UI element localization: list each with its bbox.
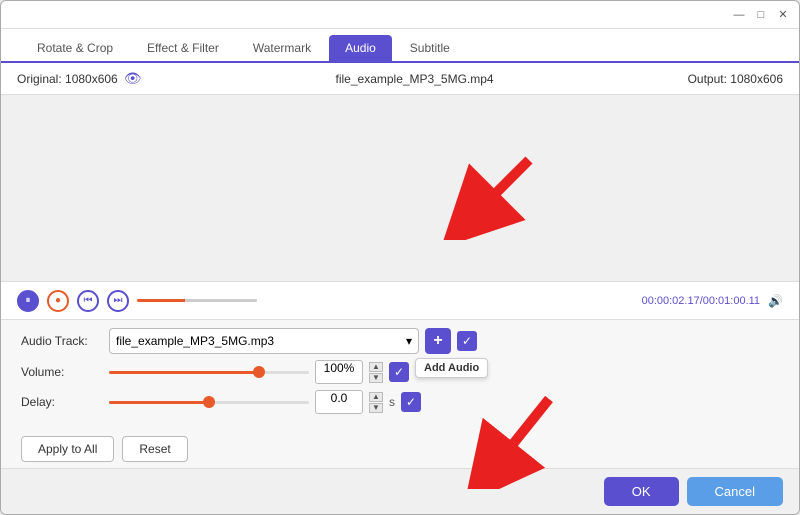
prev-button[interactable]: ⏮ <box>77 290 99 312</box>
add-audio-tooltip: Add Audio <box>415 358 488 378</box>
apply-to-all-button[interactable]: Apply to All <box>21 436 114 462</box>
volume-spinbox: ▲ ▼ <box>369 362 383 383</box>
cancel-button[interactable]: Cancel <box>687 477 783 506</box>
tab-subtitle[interactable]: Subtitle <box>394 35 466 61</box>
tab-rotate-crop[interactable]: Rotate & Crop <box>21 35 129 61</box>
volume-value[interactable]: 100% <box>315 360 363 384</box>
info-bar: Original: 1080x606 👁 file_example_MP3_5M… <box>1 63 799 95</box>
tab-watermark[interactable]: Watermark <box>237 35 327 61</box>
delay-control: 0.0 ▲ ▼ s ✓ <box>109 390 779 414</box>
volume-slider[interactable] <box>109 371 309 374</box>
delay-fill <box>109 401 209 404</box>
minimize-button[interactable]: ― <box>731 7 747 23</box>
delay-label: Delay: <box>21 395 101 409</box>
volume-row: Volume: 100% ▲ ▼ ✓ <box>21 360 779 384</box>
output-label: Output: 1080x606 <box>688 72 783 86</box>
volume-thumb[interactable] <box>253 366 265 378</box>
title-bar: ― □ ✕ <box>1 1 799 29</box>
add-audio-button[interactable]: + Add Audio <box>425 328 451 354</box>
stop-button[interactable]: ● <box>47 290 69 312</box>
volume-icon[interactable]: 🔊 <box>768 294 783 308</box>
volume-down-button[interactable]: ▼ <box>369 373 383 383</box>
tabs-bar: Rotate & Crop Effect & Filter Watermark … <box>1 29 799 63</box>
audio-track-control: file_example_MP3_5MG.mp3 ▾ + Add Audio ✓ <box>109 328 779 354</box>
tab-audio[interactable]: Audio <box>329 35 392 61</box>
eye-icon[interactable]: 👁 <box>124 70 142 87</box>
settings-area: Audio Track: file_example_MP3_5MG.mp3 ▾ … <box>1 319 799 430</box>
audio-track-select[interactable]: file_example_MP3_5MG.mp3 ▾ <box>109 328 419 354</box>
volume-label: Volume: <box>21 365 101 379</box>
main-window: ― □ ✕ Rotate & Crop Effect & Filter Wate… <box>0 0 800 515</box>
filename-label: file_example_MP3_5MG.mp4 <box>142 72 688 86</box>
delay-check[interactable]: ✓ <box>401 392 421 412</box>
delay-unit: s <box>389 395 395 409</box>
delay-up-button[interactable]: ▲ <box>369 392 383 402</box>
delay-slider[interactable] <box>109 401 309 404</box>
audio-track-label: Audio Track: <box>21 334 101 348</box>
volume-fill <box>109 371 259 374</box>
tab-effect-filter[interactable]: Effect & Filter <box>131 35 235 61</box>
reset-button[interactable]: Reset <box>122 436 187 462</box>
maximize-button[interactable]: □ <box>753 7 769 23</box>
delay-thumb[interactable] <box>203 396 215 408</box>
original-info: Original: 1080x606 👁 <box>17 70 142 87</box>
time-display: 00:00:02.17/00:01:00.11 <box>642 295 760 307</box>
original-label: Original: 1080x606 <box>17 72 118 86</box>
seek-slider[interactable] <box>137 299 257 302</box>
volume-up-button[interactable]: ▲ <box>369 362 383 372</box>
dropdown-arrow-icon: ▾ <box>406 334 412 348</box>
close-button[interactable]: ✕ <box>775 7 791 23</box>
delay-value[interactable]: 0.0 <box>315 390 363 414</box>
preview-area <box>1 95 799 281</box>
bottom-actions: Apply to All Reset <box>1 430 799 468</box>
arrow-add-audio <box>439 150 559 240</box>
delay-down-button[interactable]: ▼ <box>369 403 383 413</box>
window-controls: ― □ ✕ <box>731 7 791 23</box>
delay-row: Delay: 0.0 ▲ ▼ s ✓ <box>21 390 779 414</box>
delay-spinbox: ▲ ▼ <box>369 392 383 413</box>
audio-track-value: file_example_MP3_5MG.mp3 <box>116 334 274 348</box>
pause-button[interactable]: ⏸ <box>17 290 39 312</box>
volume-check[interactable]: ✓ <box>389 362 409 382</box>
audio-track-check[interactable]: ✓ <box>457 331 477 351</box>
playback-controls: ⏸ ● ⏮ ⏭ 00:00:02.17/00:01:00.11 🔊 <box>1 281 799 319</box>
ok-button[interactable]: OK <box>604 477 679 506</box>
next-button[interactable]: ⏭ <box>107 290 129 312</box>
audio-track-row: Audio Track: file_example_MP3_5MG.mp3 ▾ … <box>21 328 779 354</box>
footer-bar: OK Cancel <box>1 468 799 514</box>
